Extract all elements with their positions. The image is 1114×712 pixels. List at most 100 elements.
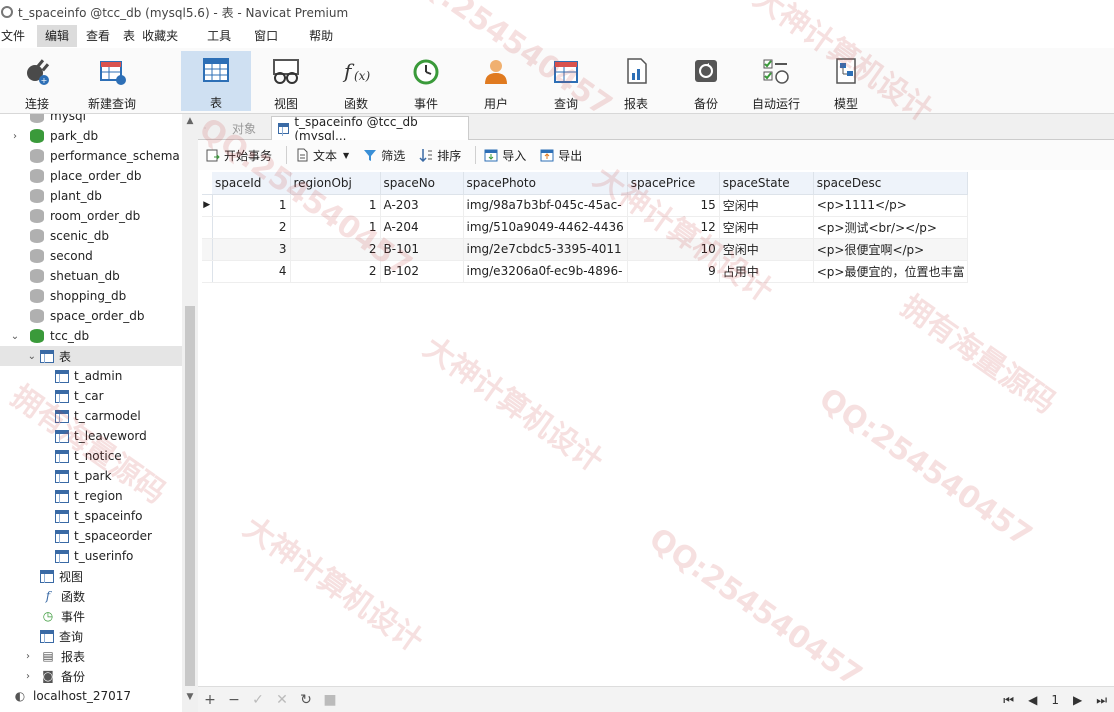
cell-spaceDesc[interactable]: <p>很便宜啊</p> — [813, 238, 969, 261]
toolbar-report-button[interactable]: 报表 — [601, 52, 671, 111]
chevron-down-icon[interactable]: ⌄ — [0, 331, 30, 342]
tree-table-t_spaceorder[interactable]: t_spaceorder — [0, 526, 182, 546]
tree-db-tcc_db[interactable]: ⌄ tcc_db — [0, 326, 182, 346]
scroll-down-icon[interactable]: ▼ — [182, 692, 198, 702]
tree-folder-tables[interactable]: ⌄ 表 — [0, 346, 182, 366]
toolbar-query-button[interactable]: 查询 — [531, 52, 601, 111]
refresh-icon[interactable]: ↻ — [294, 692, 318, 708]
menu-help[interactable]: 帮助 — [308, 25, 345, 47]
tree-table-t_car[interactable]: t_car — [0, 386, 182, 406]
tree-db-performance_schema[interactable]: performance_schema — [0, 146, 182, 166]
tree-table-t_userinfo[interactable]: t_userinfo — [0, 546, 182, 566]
cell-spaceNo[interactable]: A-204 — [380, 216, 464, 239]
tree-folder-functions[interactable]: f 函数 — [0, 586, 182, 606]
toolbar-function-button[interactable]: f (x) 函数 — [321, 52, 391, 111]
tree-folder-events[interactable]: ◷ 事件 — [0, 606, 182, 626]
tree-db-park_db[interactable]: › park_db — [0, 126, 182, 146]
tree-db-space_order_db[interactable]: space_order_db — [0, 306, 182, 326]
cell-spacePhoto[interactable]: img/2e7cbdc5-3395-4011 — [463, 238, 628, 261]
menu-table[interactable]: 表 — [122, 25, 141, 47]
table-row[interactable]: 3 2 B-101 img/2e7cbdc5-3395-4011 10 空闲中 … — [202, 238, 969, 261]
toolbar-event-button[interactable]: 事件 — [391, 52, 461, 111]
tab-collapse-icon[interactable] — [198, 116, 212, 140]
tree-table-t_notice[interactable]: t_notice — [0, 446, 182, 466]
tree-db-second[interactable]: second — [0, 246, 182, 266]
tree-folder-queries[interactable]: 查询 — [0, 626, 182, 646]
cell-spacePhoto[interactable]: img/e3206a0f-ec9b-4896- — [463, 260, 628, 283]
tree-folder-reports[interactable]: › ▤ 报表 — [0, 646, 182, 666]
menu-edit[interactable]: 编辑 — [37, 25, 78, 47]
next-page-icon[interactable]: ▶ — [1073, 693, 1082, 707]
stop-icon[interactable]: ■ — [318, 692, 342, 708]
column-header-spaceDesc[interactable]: spaceDesc — [813, 172, 969, 195]
scroll-up-icon[interactable]: ▲ — [182, 116, 198, 126]
tree-db-plant_db[interactable]: plant_db — [0, 186, 182, 206]
last-page-icon[interactable]: ⏭ — [1096, 693, 1107, 708]
cell-spaceId[interactable]: 1 — [212, 194, 291, 217]
column-header-spaceId[interactable]: spaceId — [212, 172, 291, 195]
toolbar-model-button[interactable]: 模型 — [811, 52, 881, 111]
cell-spacePrice[interactable]: 12 — [627, 216, 720, 239]
sidebar-scrollbar[interactable]: ▲ ▼ — [182, 114, 198, 712]
menu-window[interactable]: 窗口 — [253, 25, 308, 47]
row-header[interactable] — [202, 260, 213, 283]
current-row-indicator-icon[interactable]: ▶ — [202, 194, 213, 217]
cell-spaceNo[interactable]: A-203 — [380, 194, 464, 217]
cell-spaceId[interactable]: 3 — [212, 238, 291, 261]
first-page-icon[interactable]: ⏮ — [1003, 693, 1014, 708]
table-row[interactable]: 4 2 B-102 img/e3206a0f-ec9b-4896- 9 占用中 … — [202, 260, 969, 283]
cell-spaceNo[interactable]: B-102 — [380, 260, 464, 283]
cell-spaceDesc[interactable]: <p>测试<br/></p> — [813, 216, 969, 239]
chevron-right-icon[interactable]: › — [0, 671, 40, 682]
scrollbar-thumb[interactable] — [185, 306, 195, 686]
tree-table-t_park[interactable]: t_park — [0, 466, 182, 486]
table-row[interactable]: 2 1 A-204 img/510a9049-4462-4436 12 空闲中 … — [202, 216, 969, 239]
tree-table-t_carmodel[interactable]: t_carmodel — [0, 406, 182, 426]
filter-button[interactable]: 筛选 — [363, 147, 405, 164]
cell-spaceState[interactable]: 占用中 — [719, 260, 814, 283]
row-header[interactable] — [202, 238, 213, 261]
tree-db-shetuan_db[interactable]: shetuan_db — [0, 266, 182, 286]
column-header-spaceNo[interactable]: spaceNo — [380, 172, 464, 195]
table-row[interactable]: ▶ 1 1 A-203 img/98a7b3bf-045c-45ac- 15 空… — [202, 194, 969, 217]
tree-table-t_region[interactable]: t_region — [0, 486, 182, 506]
new-query-button[interactable]: 新建查询 — [78, 52, 146, 111]
chevron-right-icon[interactable]: › — [0, 651, 40, 662]
cell-spacePrice[interactable]: 9 — [627, 260, 720, 283]
apply-changes-icon[interactable]: ✓ — [246, 692, 270, 708]
tree-db-mysql[interactable]: mysql — [0, 114, 182, 126]
menu-view[interactable]: 查看 — [85, 25, 122, 47]
cell-spaceDesc[interactable]: <p>最便宜的，位置也丰富 — [813, 260, 969, 283]
column-header-regionObj[interactable]: regionObj — [290, 172, 381, 195]
cell-spaceState[interactable]: 空闲中 — [719, 194, 814, 217]
column-header-spacePrice[interactable]: spacePrice — [627, 172, 720, 195]
page-number[interactable]: 1 — [1051, 693, 1059, 707]
tree-table-t_spaceinfo[interactable]: t_spaceinfo — [0, 506, 182, 526]
tree-table-t_leaveword[interactable]: t_leaveword — [0, 426, 182, 446]
previous-page-icon[interactable]: ◀ — [1028, 693, 1037, 707]
column-header-spacePhoto[interactable]: spacePhoto — [463, 172, 628, 195]
begin-transaction-button[interactable]: 开始事务 — [206, 147, 272, 164]
import-button[interactable]: 导入 — [484, 147, 526, 164]
tree-folder-views[interactable]: 视图 — [0, 566, 182, 586]
menu-tools[interactable]: 工具 — [206, 25, 253, 47]
cell-regionObj[interactable]: 2 — [290, 238, 381, 261]
tree-db-place_order_db[interactable]: place_order_db — [0, 166, 182, 186]
toolbar-automation-button[interactable]: 自动运行 — [741, 52, 811, 111]
export-button[interactable]: 导出 — [540, 147, 582, 164]
cell-spaceState[interactable]: 空闲中 — [719, 238, 814, 261]
column-header-spaceState[interactable]: spaceState — [719, 172, 814, 195]
delete-record-icon[interactable]: − — [222, 692, 246, 708]
tree-db-scenic_db[interactable]: scenic_db — [0, 226, 182, 246]
cell-spaceId[interactable]: 2 — [212, 216, 291, 239]
cell-spacePhoto[interactable]: img/98a7b3bf-045c-45ac- — [463, 194, 628, 217]
cell-regionObj[interactable]: 1 — [290, 194, 381, 217]
tree-table-t_admin[interactable]: t_admin — [0, 366, 182, 386]
menu-favorites[interactable]: 收藏夹 — [141, 25, 206, 47]
add-record-icon[interactable]: + — [198, 692, 222, 708]
cell-spaceDesc[interactable]: <p>1111</p> — [813, 194, 969, 217]
tree-db-shopping_db[interactable]: shopping_db — [0, 286, 182, 306]
toolbar-table-button[interactable]: 表 — [181, 51, 251, 111]
cell-regionObj[interactable]: 1 — [290, 216, 381, 239]
chevron-right-icon[interactable]: › — [0, 131, 30, 142]
